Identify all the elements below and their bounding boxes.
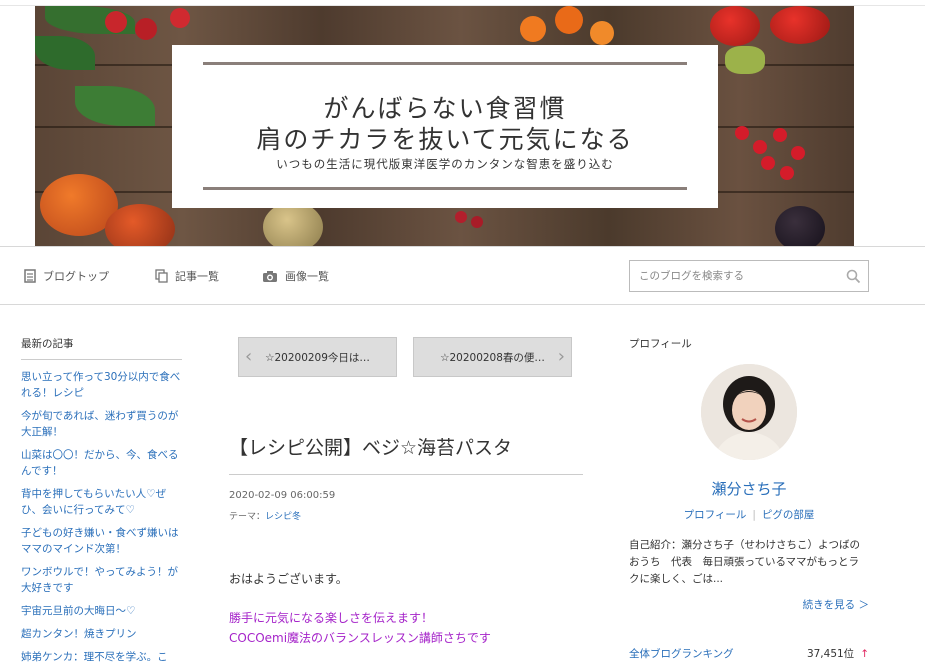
berry-decoration <box>555 6 583 34</box>
blog-search-box <box>629 260 869 292</box>
berry-decoration <box>135 18 157 40</box>
profile-intro: 自己紹介：瀬分さち子（せわけさちこ）よつばのおうち 代表 毎日頑張っているママが… <box>629 539 860 585</box>
camera-icon <box>262 270 278 283</box>
document-icon <box>24 269 36 283</box>
profile-heading: プロフィール <box>629 338 692 350</box>
prev-entry-label: ☆20200209今日は… <box>265 351 370 364</box>
berry-decoration <box>735 126 749 140</box>
ranking-value: 37,451位 <box>806 648 855 660</box>
next-entry-button[interactable]: ☆20200208春の便… › <box>413 337 572 377</box>
ranking-label[interactable]: 全体ブログランキング <box>629 646 734 661</box>
fig-decoration <box>775 206 825 246</box>
berry-decoration <box>170 8 190 28</box>
recent-article-link[interactable]: 姉弟ケンカ：理不尽を学ぶ。こ <box>21 649 182 665</box>
recent-article-link[interactable]: ワンボウルで！やってみよう！が大好きです <box>21 564 182 596</box>
berry-decoration <box>520 16 546 42</box>
quince-decoration <box>263 202 323 246</box>
pig-room-link[interactable]: ピグの部屋 <box>762 509 815 521</box>
tomato-decoration <box>710 6 760 46</box>
blog-nav-bar: ブログトップ 記事一覧 画像一覧 <box>0 246 925 305</box>
tomato-decoration <box>770 6 830 44</box>
nav-blog-top[interactable]: ブログトップ <box>24 268 109 284</box>
title-rule-top <box>203 62 687 65</box>
recent-article-link[interactable]: 超カンタン！焼きプリン <box>21 626 182 642</box>
nav-blog-top-label: ブログトップ <box>43 270 109 283</box>
prev-entry-button[interactable]: ‹ ☆20200209今日は… <box>238 337 397 377</box>
nav-article-list-label: 記事一覧 <box>175 270 219 283</box>
berry-decoration <box>753 140 767 154</box>
leaf-decoration <box>75 86 155 126</box>
profile-link[interactable]: プロフィール <box>684 509 747 521</box>
berry-decoration <box>455 211 467 223</box>
profile-avatar[interactable] <box>701 364 797 460</box>
profile-name[interactable]: 瀬分さち子 <box>629 478 869 499</box>
blog-header-banner[interactable]: がんばらない食習慣 肩のチカラを抜いて元気になる いつもの生活に現代版東洋医学の… <box>35 6 854 246</box>
berry-decoration <box>780 166 794 180</box>
chevron-left-icon: ‹ <box>245 346 253 367</box>
recent-article-link[interactable]: 宇宙元旦前の大晦日〜♡ <box>21 603 182 619</box>
recent-articles-list: 思い立って作って30分以内で食べれる！レシピ 今が旬であれば、迷わず買うのが大正… <box>21 369 182 665</box>
berry-decoration <box>761 156 775 170</box>
recent-articles-title: 最新の記事 <box>21 336 182 360</box>
recent-article-link[interactable]: 山菜は〇〇！だから、今、食べるんです！ <box>21 447 182 479</box>
nav-article-list[interactable]: 記事一覧 <box>155 268 219 284</box>
nav-image-list[interactable]: 画像一覧 <box>262 268 329 284</box>
entry-highlight-line1: 勝手に元気になる楽しさを伝えます！ <box>229 611 434 625</box>
copy-icon <box>155 269 168 283</box>
entry-highlight-line2: COCOemi魔法のバランスレッスン講師さちです <box>229 631 491 645</box>
entry-title[interactable]: 【レシピ公開】ベジ☆海苔パスタ <box>229 433 583 475</box>
berry-decoration <box>773 128 787 142</box>
read-more-link[interactable]: 続きを見る ＞ <box>803 597 869 612</box>
berry-decoration <box>791 146 805 160</box>
chevron-right-icon: › <box>557 346 565 367</box>
blog-title-line2: 肩のチカラを抜いて元気になる <box>256 125 634 154</box>
profile-links: プロフィール | ピグの部屋 <box>629 507 869 522</box>
blog-subtitle: いつもの生活に現代版東洋医学のカンタンな智恵を盛り込む <box>276 157 614 171</box>
rank-up-arrow-icon: ↑ <box>860 648 869 660</box>
berry-decoration <box>590 21 614 45</box>
recent-article-link[interactable]: 今が旬であれば、迷わず買うのが大正解！ <box>21 408 182 440</box>
entry-date: 2020-02-09 06:00:59 <box>229 490 336 501</box>
recent-article-link[interactable]: 背中を押してもらいたい人♡ぜひ、会いに行ってみて♡ <box>21 486 182 518</box>
next-entry-label: ☆20200208春の便… <box>440 351 545 364</box>
nav-image-list-label: 画像一覧 <box>285 270 329 283</box>
blog-search-input[interactable] <box>630 261 838 291</box>
search-icon[interactable] <box>838 269 868 284</box>
persimmon-decoration <box>105 204 175 246</box>
link-separator: | <box>752 509 756 521</box>
berry-decoration <box>471 216 483 228</box>
entry-theme: テーマ：レシピ冬 <box>229 509 301 522</box>
recent-article-link[interactable]: 子どもの好き嫌い・食べず嫌いはママのマインド次第！ <box>21 525 182 557</box>
recent-articles-sidebar: 最新の記事 思い立って作って30分以内で食べれる！レシピ 今が旬であれば、迷わず… <box>21 336 182 667</box>
blog-title-card: がんばらない食習慣 肩のチカラを抜いて元気になる いつもの生活に現代版東洋医学の… <box>172 45 718 208</box>
entry-theme-link[interactable]: レシピ冬 <box>265 512 301 522</box>
entry-theme-label: テーマ： <box>229 512 266 522</box>
entry-greeting: おはようございます。 <box>229 572 348 586</box>
recent-article-link[interactable]: 思い立って作って30分以内で食べれる！レシピ <box>21 369 182 401</box>
title-rule-bottom <box>203 187 687 190</box>
ranking-row: 全体ブログランキング 37,451位 ↑ <box>629 646 869 661</box>
pepper-decoration <box>725 46 765 74</box>
berry-decoration <box>105 11 127 33</box>
